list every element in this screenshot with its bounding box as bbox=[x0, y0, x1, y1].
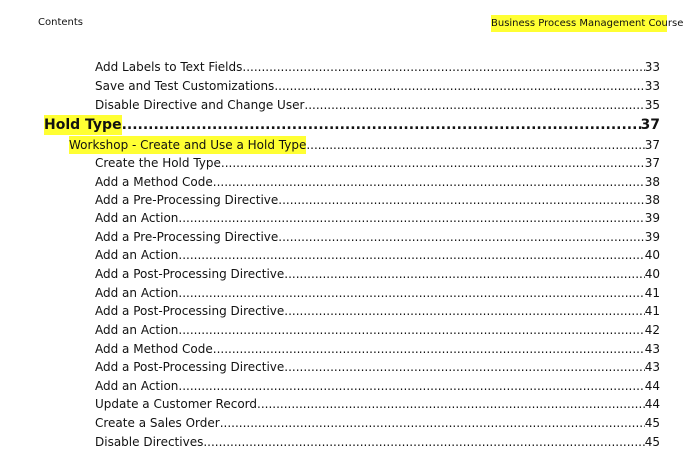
toc-page-number: 33 bbox=[644, 79, 660, 93]
toc-page-number: 37 bbox=[640, 117, 660, 133]
toc-section-entry[interactable]: Workshop - Create and Use a Hold Type ..… bbox=[69, 136, 660, 154]
toc-entry-title: Add a Method Code bbox=[95, 175, 213, 189]
toc-leader: ........................................… bbox=[178, 286, 645, 300]
toc-leader: ........................................… bbox=[278, 193, 645, 207]
toc-leader: ........................................… bbox=[178, 211, 645, 225]
toc-entry-title: Add an Action bbox=[95, 379, 179, 393]
toc-page-number: 40 bbox=[644, 267, 660, 281]
toc-leader: ........................................… bbox=[220, 156, 645, 170]
toc-page-number: 41 bbox=[644, 304, 660, 318]
toc-leader: ........................................… bbox=[212, 342, 645, 356]
toc-entry[interactable]: Create the Hold Type ...................… bbox=[95, 154, 660, 172]
toc-entry[interactable]: Add an Action ..........................… bbox=[95, 284, 660, 302]
running-header-course-title: Business Process Management Course bbox=[491, 15, 683, 32]
toc-page-number: 43 bbox=[644, 360, 660, 374]
toc-entry-title: Add a Post-Processing Directive bbox=[95, 304, 285, 318]
toc-entry[interactable]: Add Labels to Text Fields ..............… bbox=[95, 58, 660, 76]
toc-entry[interactable]: Disable Directive and Change User ......… bbox=[95, 96, 660, 114]
toc-leader: ........................................… bbox=[304, 98, 644, 112]
toc-leader: ........................................… bbox=[257, 397, 645, 411]
toc-entry[interactable]: Add an Action ..........................… bbox=[95, 209, 660, 227]
toc-leader: ........................................… bbox=[178, 323, 645, 337]
toc-leader: ........................................… bbox=[242, 60, 644, 74]
toc-entry-title: Add a Post-Processing Directive bbox=[95, 267, 285, 281]
toc-page-number: 44 bbox=[644, 379, 660, 393]
toc-entry[interactable]: Add a Pre-Processing Directive .........… bbox=[95, 191, 660, 209]
toc-page-number: 42 bbox=[644, 323, 660, 337]
toc-entry-title: Add an Action bbox=[95, 286, 179, 300]
toc-entry[interactable]: Add a Post-Processing Directive ........… bbox=[95, 358, 660, 376]
toc-entry[interactable]: Create a Sales Order ...................… bbox=[95, 414, 660, 432]
toc-entry[interactable]: Add a Post-Processing Directive ........… bbox=[95, 302, 660, 320]
toc-page-number: 33 bbox=[644, 60, 660, 74]
toc-page-number: 43 bbox=[644, 342, 660, 356]
toc-entry-title: Save and Test Customizations bbox=[95, 79, 275, 93]
toc-entry-title: Add an Action bbox=[95, 323, 179, 337]
toc-entry[interactable]: Add an Action ..........................… bbox=[95, 321, 660, 339]
toc-leader: ........................................… bbox=[178, 248, 645, 262]
toc-page-number: 37 bbox=[644, 138, 660, 152]
toc-page-number: 35 bbox=[644, 98, 660, 112]
toc-entry[interactable]: Add an Action ..........................… bbox=[95, 377, 660, 395]
toc-page-number: 38 bbox=[644, 193, 660, 207]
toc-entry-title: Disable Directive and Change User bbox=[95, 98, 305, 112]
toc-leader: ........................................… bbox=[203, 435, 644, 449]
toc-entry-title: Disable Directives bbox=[95, 435, 204, 449]
toc-entry[interactable]: Save and Test Customizations ...........… bbox=[95, 77, 660, 95]
toc-entry[interactable]: Add a Pre-Processing Directive .........… bbox=[95, 228, 660, 246]
toc-entry-title: Add a Post-Processing Directive bbox=[95, 360, 285, 374]
toc-page-number: 37 bbox=[644, 156, 660, 170]
toc-leader: ........................................… bbox=[284, 360, 644, 374]
toc-entry[interactable]: Add a Method Code ......................… bbox=[95, 173, 660, 191]
toc-page-number: 38 bbox=[644, 175, 660, 189]
toc-leader: ........................................… bbox=[121, 117, 641, 133]
toc-leader: ........................................… bbox=[274, 79, 645, 93]
running-header-section: Contents bbox=[38, 17, 83, 28]
toc-leader: ........................................… bbox=[219, 416, 645, 430]
toc-entry-title: Add Labels to Text Fields bbox=[95, 60, 243, 74]
toc-leader: ........................................… bbox=[284, 304, 644, 318]
toc-page-number: 44 bbox=[644, 397, 660, 411]
toc-entry-title: Add a Pre-Processing Directive bbox=[95, 230, 279, 244]
toc-entry[interactable]: Disable Directives .....................… bbox=[95, 433, 660, 451]
toc-entry[interactable]: Add a Post-Processing Directive ........… bbox=[95, 265, 660, 283]
toc-entry-title: Create the Hold Type bbox=[95, 156, 221, 170]
toc-page-number: 39 bbox=[644, 230, 660, 244]
toc-entry-title: Update a Customer Record bbox=[95, 397, 258, 411]
toc-leader: ........................................… bbox=[284, 267, 644, 281]
toc-chapter-entry[interactable]: Hold Type ..............................… bbox=[44, 115, 660, 135]
toc-leader: ........................................… bbox=[178, 379, 645, 393]
toc-leader: ........................................… bbox=[212, 175, 645, 189]
toc-entry-title: Add an Action bbox=[95, 248, 179, 262]
toc-entry-title: Add an Action bbox=[95, 211, 179, 225]
toc-page-number: 45 bbox=[644, 416, 660, 430]
toc-chapter-title: Hold Type bbox=[44, 115, 122, 135]
toc-entry[interactable]: Add an Action ..........................… bbox=[95, 246, 660, 264]
toc-entry[interactable]: Add a Method Code ......................… bbox=[95, 340, 660, 358]
toc-entry-title: Add a Method Code bbox=[95, 342, 213, 356]
toc-page-number: 45 bbox=[644, 435, 660, 449]
toc-page-number: 39 bbox=[644, 211, 660, 225]
toc-leader: ........................................… bbox=[306, 138, 645, 152]
toc-section-title: Workshop - Create and Use a Hold Type bbox=[69, 136, 307, 154]
toc-leader: ........................................… bbox=[278, 230, 645, 244]
toc-entry-title: Create a Sales Order bbox=[95, 416, 220, 430]
toc-entry-title: Add a Pre-Processing Directive bbox=[95, 193, 279, 207]
toc-entry[interactable]: Update a Customer Record ...............… bbox=[95, 395, 660, 413]
toc-page-number: 40 bbox=[644, 248, 660, 262]
toc-page-number: 41 bbox=[644, 286, 660, 300]
